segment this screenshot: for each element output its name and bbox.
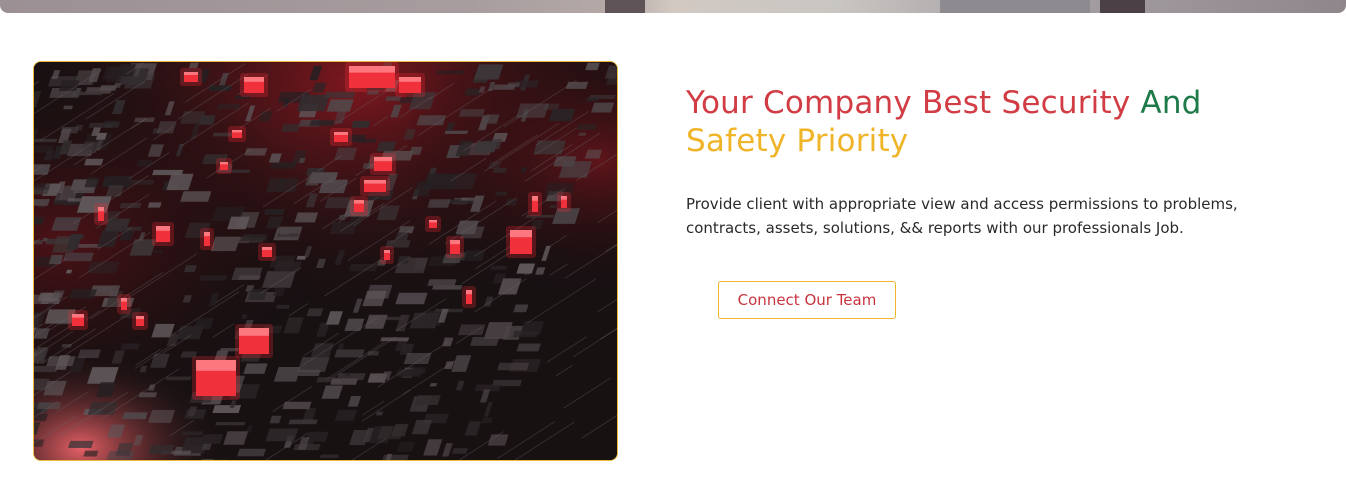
banner-shape: [1100, 0, 1145, 13]
heading-part-gold: Safety Priority: [686, 123, 909, 159]
circuit-city-illustration: [34, 62, 617, 460]
section-heading: Your Company Best Security And Safety Pri…: [686, 84, 1306, 160]
section-description: Provide client with appropriate view and…: [686, 195, 1238, 237]
banner-shape: [940, 0, 1090, 13]
circuit-city-image: [33, 61, 618, 461]
heading-part-red: Your Company Best Security: [686, 85, 1141, 121]
connect-our-team-button[interactable]: Connect Our Team: [718, 281, 896, 319]
banner-shape: [605, 0, 645, 13]
top-banner-image-strip: [0, 0, 1346, 13]
heading-part-green: And: [1140, 85, 1202, 121]
